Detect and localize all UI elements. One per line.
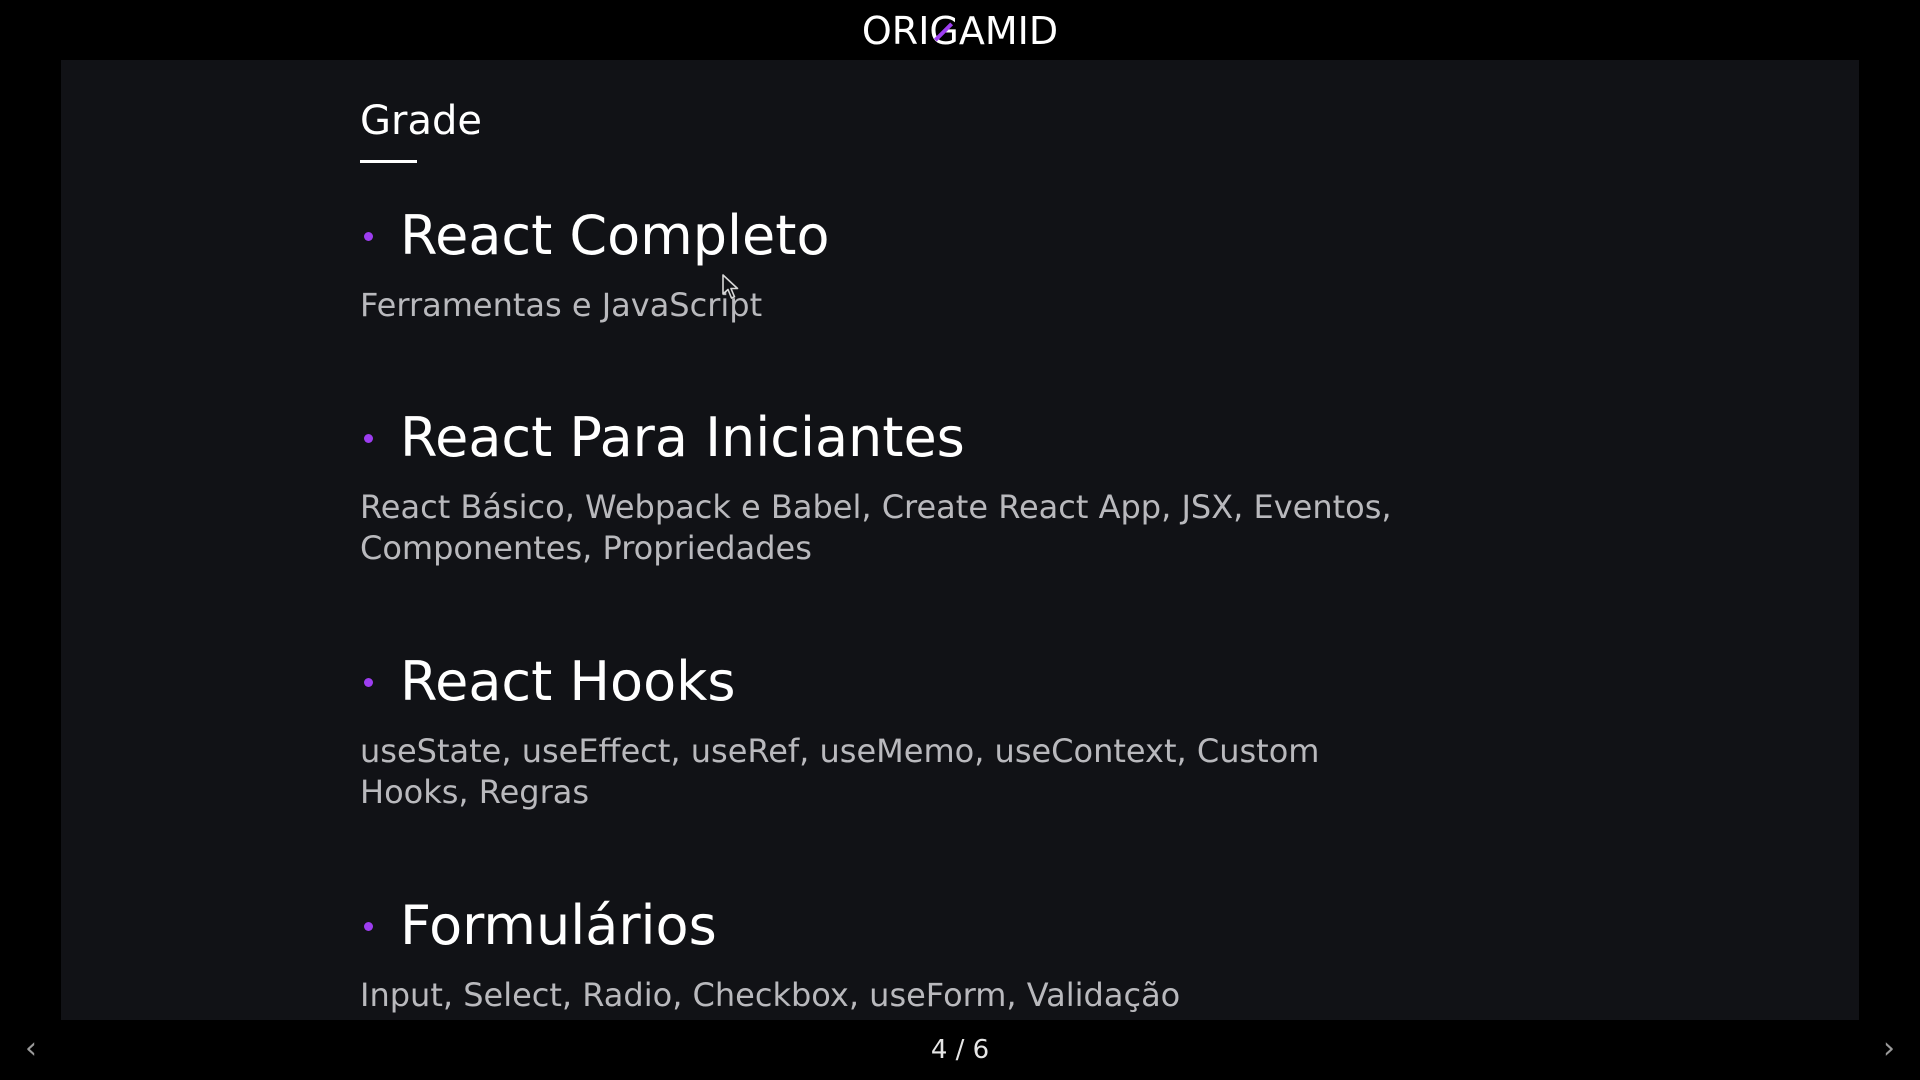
topic-item: React Completo Ferramentas e JavaScript <box>360 203 1660 326</box>
topic-item: React Para Iniciantes React Básico, Webp… <box>360 405 1660 569</box>
topic-title: Formulários <box>400 894 717 957</box>
next-slide-button[interactable]: › <box>1874 1034 1904 1064</box>
topic-description: Ferramentas e JavaScript <box>360 286 763 324</box>
topic-item: React Hooks useState, useEffect, useRef,… <box>360 649 1660 813</box>
topic-title: React Para Iniciantes <box>400 406 965 469</box>
mouse-cursor-icon <box>722 274 739 299</box>
logo-text-end: AMID <box>958 9 1059 53</box>
topic-heading: React Para Iniciantes <box>360 405 1660 471</box>
topic-title: React Completo <box>400 204 830 267</box>
topic-title: React Hooks <box>400 650 736 713</box>
chevron-right-icon: › <box>1883 1031 1895 1066</box>
topic-heading: React Completo <box>360 203 1660 269</box>
topic-heading: Formulários <box>360 893 1660 959</box>
bullet-icon <box>364 921 373 931</box>
topic-description: useState, useEffect, useRef, useMemo, us… <box>360 732 1320 811</box>
topic-heading: React Hooks <box>360 649 1660 715</box>
section-title: Grade <box>360 98 482 144</box>
slide: Grade React Completo Ferramentas e JavaS… <box>61 60 1859 1020</box>
topic-item: Formulários Input, Select, Radio, Checkb… <box>360 893 1660 1016</box>
section-title-underline <box>360 160 417 163</box>
bullet-icon <box>364 433 373 443</box>
bullet-icon <box>364 231 373 241</box>
presentation-viewer: ORIGAMID Grade React Completo Ferramenta… <box>0 0 1920 1080</box>
bullet-icon <box>364 677 373 687</box>
page-indicator: 4 / 6 <box>930 1035 990 1065</box>
logo-text-start: ORI <box>861 9 930 53</box>
topic-description: React Básico, Webpack e Babel, Create Re… <box>360 488 1392 567</box>
slide-content: Grade React Completo Ferramentas e JavaS… <box>360 96 1660 1016</box>
origamid-logo: ORIGAMID <box>0 8 1920 54</box>
logo-mark: G <box>929 9 959 53</box>
topic-description: Input, Select, Radio, Checkbox, useForm,… <box>360 976 1181 1014</box>
